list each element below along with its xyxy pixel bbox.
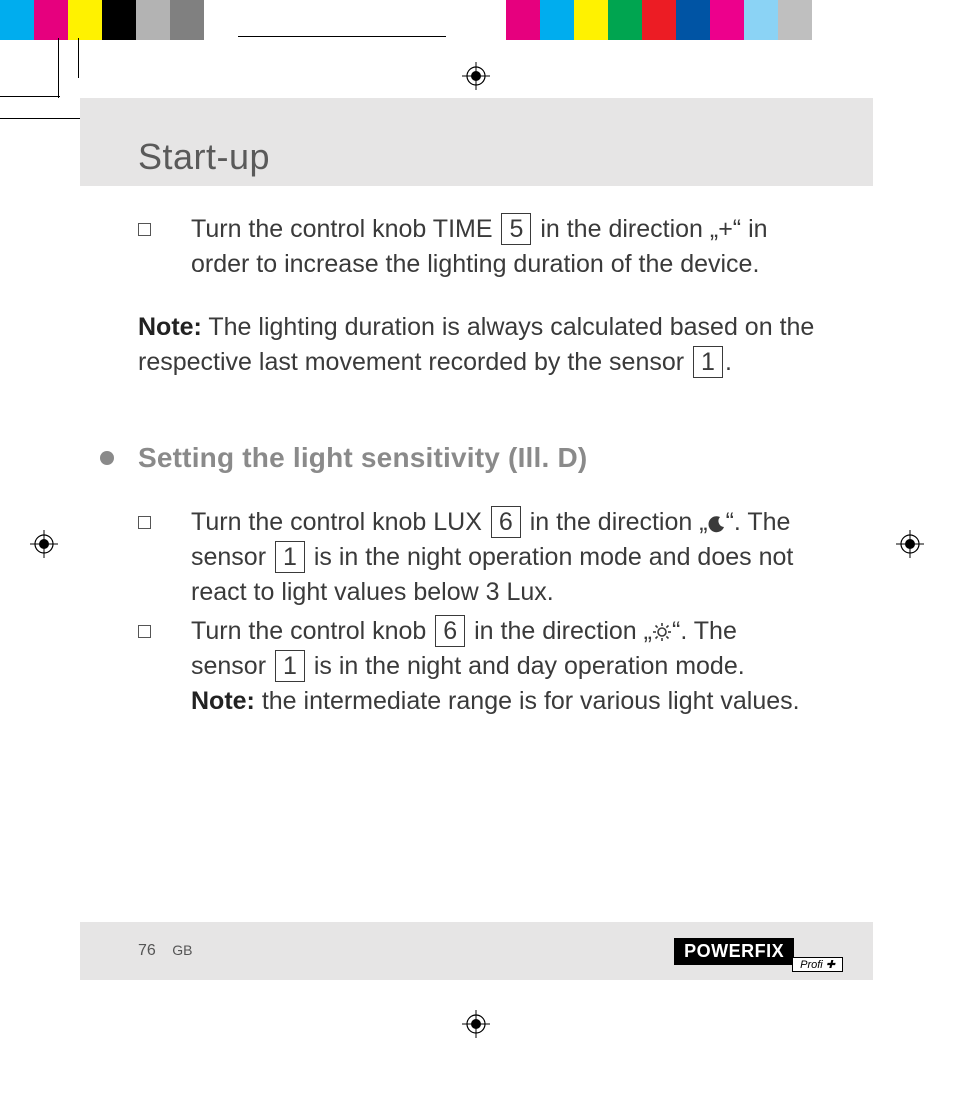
page-number: 76 (138, 942, 156, 959)
brand-subtitle: Profi ✚ (792, 957, 843, 972)
registration-mark-icon (30, 530, 58, 558)
bullet-dot-icon (100, 451, 114, 465)
list-text: Turn the control knob 6 in the direction… (191, 614, 818, 719)
crop-mark (0, 118, 80, 119)
text: is in the night and day operation mode. (307, 652, 745, 680)
page-footer: 76 GB POWERFIX Profi ✚ (80, 922, 873, 980)
crop-mark (78, 38, 79, 78)
text: Turn the control knob TIME (191, 215, 499, 243)
reference-number: 1 (275, 650, 305, 682)
list-text: Turn the control knob TIME 5 in the dire… (191, 212, 818, 282)
square-bullet-icon (138, 516, 151, 529)
reference-number: 1 (275, 541, 305, 573)
reference-number: 6 (491, 506, 521, 538)
registration-mark-icon (462, 62, 490, 90)
text: Turn the control knob (191, 617, 433, 645)
reference-number: 6 (435, 615, 465, 647)
square-bullet-icon (138, 625, 151, 638)
text: . (725, 348, 732, 376)
list-item: Turn the control knob 6 in the direction… (138, 614, 818, 719)
page-number-block: 76 GB (138, 942, 192, 960)
list-item: Turn the control knob LUX 6 in the direc… (138, 505, 818, 610)
section-heading-row: Setting the light sensitivity (Ill. D) (100, 438, 818, 477)
sun-icon (652, 617, 672, 645)
note-label: Note: (138, 313, 202, 341)
page-title: Start-up (138, 136, 270, 178)
section-heading: Setting the light sensitivity (Ill. D) (138, 438, 587, 477)
text: Turn the control knob LUX (191, 508, 489, 536)
page-region: GB (172, 942, 192, 958)
moon-icon (708, 508, 726, 536)
registration-mark-icon (896, 530, 924, 558)
text: the intermediate range is for various li… (255, 687, 800, 715)
note-paragraph: Note: The lighting duration is always ca… (138, 310, 818, 380)
square-bullet-icon (138, 223, 151, 236)
reference-number: 5 (501, 213, 531, 245)
registration-mark-icon (462, 1010, 490, 1038)
note-label: Note: (191, 687, 255, 715)
crop-mark (0, 96, 60, 97)
text: in the direction „ (523, 508, 708, 536)
reference-number: 1 (693, 346, 723, 378)
brand-logo: POWERFIX Profi ✚ (674, 935, 843, 968)
list-item: Turn the control knob TIME 5 in the dire… (138, 212, 818, 282)
text: in the direction „ (467, 617, 652, 645)
crop-mark (58, 38, 59, 98)
brand-name: POWERFIX (674, 938, 794, 965)
page-content: Turn the control knob TIME 5 in the dire… (138, 212, 818, 723)
print-color-bars (0, 0, 954, 40)
page-header: Start-up (80, 98, 873, 186)
list-text: Turn the control knob LUX 6 in the direc… (191, 505, 818, 610)
